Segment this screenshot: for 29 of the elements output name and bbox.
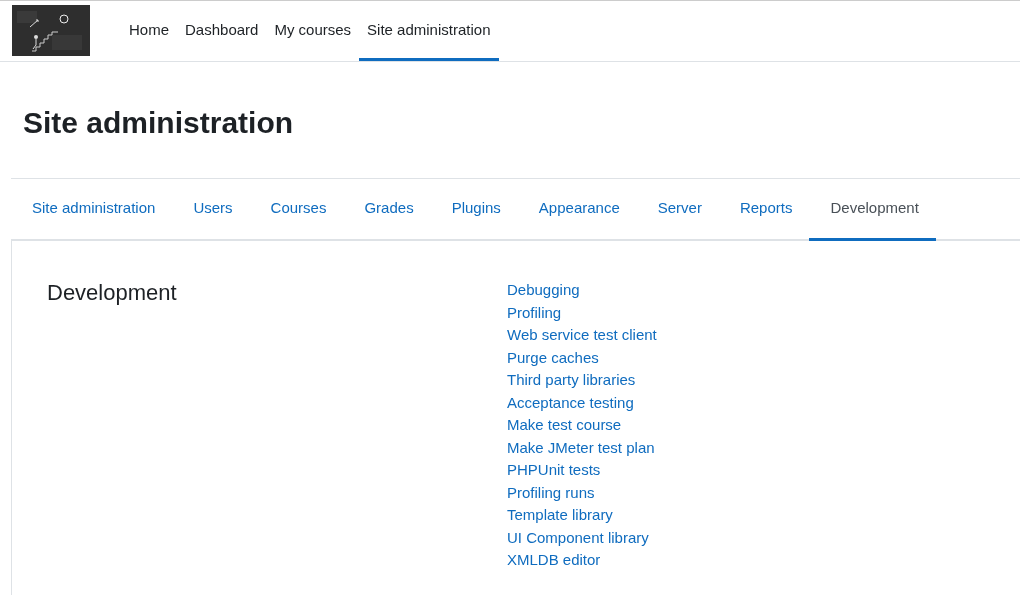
nav-link[interactable]: Home bbox=[121, 1, 177, 61]
admin-link[interactable]: Make JMeter test plan bbox=[507, 436, 655, 459]
nav-link[interactable]: My courses bbox=[266, 1, 360, 61]
admin-link[interactable]: PHPUnit tests bbox=[507, 459, 601, 482]
tab[interactable]: Users bbox=[172, 179, 250, 241]
admin-link[interactable]: Profiling bbox=[507, 301, 562, 324]
tab[interactable]: Plugins bbox=[430, 179, 518, 241]
page-title: Site administration bbox=[22, 105, 295, 141]
tab[interactable]: Site administration bbox=[11, 179, 173, 241]
admin-link[interactable]: Acceptance testing bbox=[507, 391, 634, 414]
tab[interactable]: Courses bbox=[249, 179, 344, 241]
admin-link[interactable]: Template library bbox=[507, 504, 613, 527]
admin-link[interactable]: Web service test client bbox=[507, 324, 657, 347]
tab[interactable]: Reports bbox=[718, 179, 810, 241]
section-title: Development bbox=[46, 279, 178, 307]
tab[interactable]: Appearance bbox=[517, 179, 637, 241]
admin-link[interactable]: Third party libraries bbox=[507, 369, 636, 392]
tab[interactable]: Server bbox=[636, 179, 719, 241]
tab[interactable]: Grades bbox=[343, 179, 431, 241]
admin-link[interactable]: XMLDB editor bbox=[507, 549, 601, 572]
admin-link[interactable]: UI Component library bbox=[507, 526, 649, 549]
admin-link[interactable]: Purge caches bbox=[507, 346, 599, 369]
admin-link[interactable]: Make test course bbox=[507, 414, 622, 437]
nav-link[interactable]: Site administration bbox=[359, 1, 499, 61]
admin-link[interactable]: Debugging bbox=[507, 279, 580, 302]
admin-link[interactable]: Profiling runs bbox=[507, 481, 595, 504]
nav-link[interactable]: Dashboard bbox=[177, 1, 267, 61]
logo[interactable] bbox=[12, 5, 90, 56]
tab[interactable]: Development bbox=[809, 179, 936, 241]
